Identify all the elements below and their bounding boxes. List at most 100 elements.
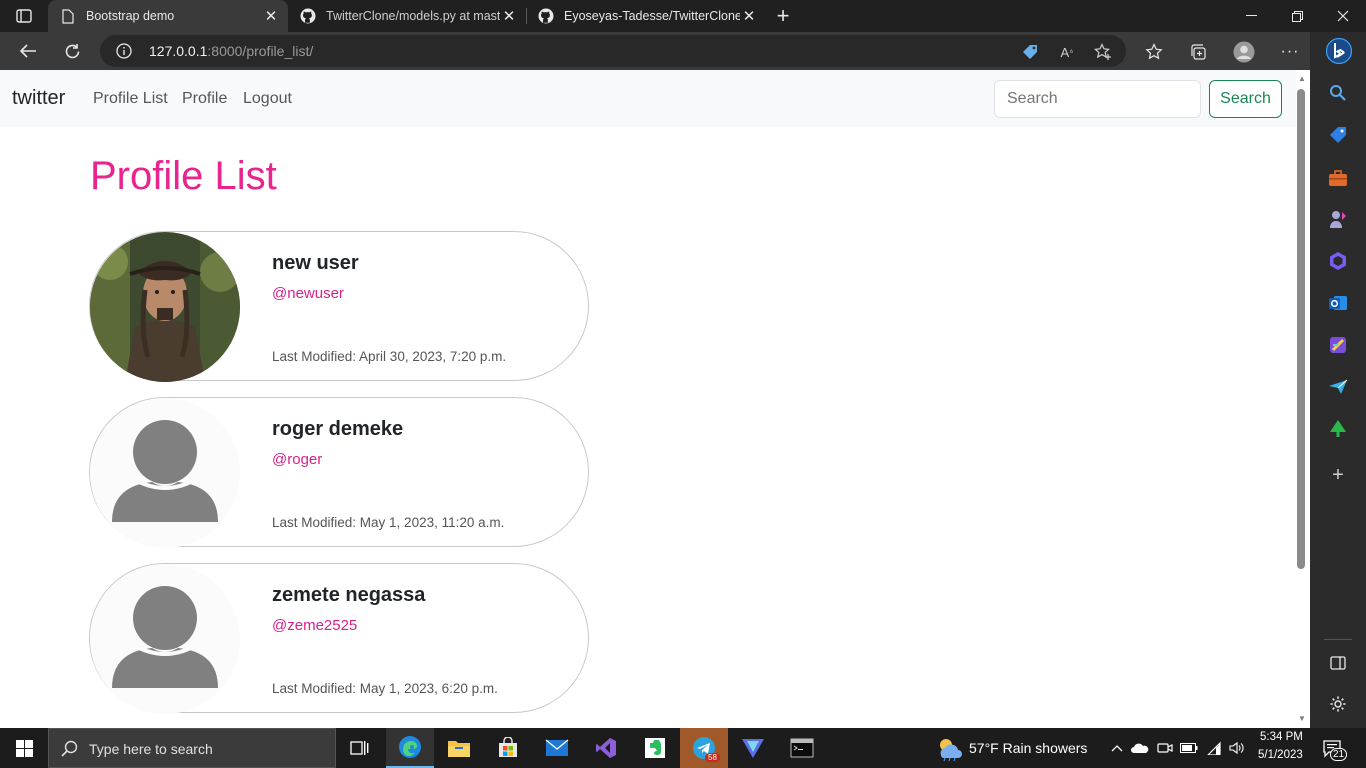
last-modified: Last Modified: April 30, 2023, 7:20 p.m.: [272, 349, 507, 364]
settings-gear-icon[interactable]: [1328, 694, 1348, 714]
sidebar-divider: [1324, 639, 1352, 640]
search-button[interactable]: Search: [1209, 80, 1282, 118]
designer-icon[interactable]: [1328, 335, 1348, 355]
windows-taskbar: Type here to search 58 57°F Rain showers: [0, 728, 1366, 768]
clock-time[interactable]: 5:34 PM: [1260, 731, 1303, 743]
document-icon: [60, 8, 76, 24]
microsoft-365-icon[interactable]: [1328, 251, 1348, 271]
profile-card[interactable]: zemete negassa @zeme2525 Last Modified: …: [89, 563, 589, 714]
search-icon: [61, 740, 78, 762]
scroll-up-arrow-icon[interactable]: ▲: [1297, 74, 1307, 83]
tab-bootstrap-demo[interactable]: Bootstrap demo ✕: [48, 0, 288, 32]
tab-title: TwitterClone/models.py at maste: [326, 9, 500, 23]
notification-center-icon[interactable]: 21: [1322, 738, 1348, 765]
file-explorer-icon[interactable]: [435, 728, 483, 768]
telegram-icon[interactable]: 58: [680, 728, 728, 768]
minimize-icon[interactable]: [1228, 0, 1274, 32]
browser-toolbar: 127.0.0.1:8000/profile_list/ Aᐞ ···: [0, 32, 1310, 70]
browser-tab-bar: Bootstrap demo ✕ TwitterClone/models.py …: [0, 0, 1366, 32]
address-bar[interactable]: 127.0.0.1:8000/profile_list/ Aᐞ: [100, 35, 1126, 67]
battery-icon[interactable]: [1180, 739, 1198, 757]
nav-link-logout[interactable]: Logout: [243, 90, 292, 108]
new-tab-button[interactable]: +: [770, 3, 796, 28]
weather-text[interactable]: 57°F Rain showers: [969, 740, 1087, 756]
add-sidebar-app-icon[interactable]: +: [1328, 464, 1348, 486]
taskbar-search-box[interactable]: Type here to search: [48, 728, 336, 768]
visual-studio-icon[interactable]: [582, 728, 630, 768]
profile-name: new user: [272, 252, 359, 274]
taskbar-search-placeholder: Type here to search: [89, 741, 213, 757]
profile-name: roger demeke: [272, 418, 404, 440]
clock-date[interactable]: 5/1/2023: [1258, 749, 1303, 761]
search-input[interactable]: [994, 80, 1201, 118]
edge-browser-icon[interactable]: [386, 728, 434, 768]
edge-sidebar: +: [1310, 32, 1366, 728]
profile-handle[interactable]: @roger: [272, 451, 322, 468]
evernote-icon[interactable]: [631, 728, 679, 768]
onedrive-cloud-icon[interactable]: [1131, 739, 1149, 757]
page-title: Profile List: [90, 154, 277, 198]
default-avatar-icon: [90, 564, 240, 714]
hide-sidebar-icon[interactable]: [1328, 653, 1348, 673]
tab-actions-icon[interactable]: [10, 6, 38, 26]
profile-card[interactable]: new user @newuser Last Modified: April 3…: [89, 231, 589, 382]
windows-start-icon[interactable]: [0, 728, 48, 768]
close-window-icon[interactable]: [1320, 0, 1366, 32]
site-navbar: twitter Profile List Profile Logout Sear…: [0, 70, 1296, 127]
more-menu-icon[interactable]: ···: [1279, 41, 1301, 63]
favorites-icon[interactable]: [1143, 41, 1165, 63]
collections-icon[interactable]: [1187, 41, 1209, 63]
avatar-photo: [90, 232, 240, 382]
profile-card[interactable]: roger demeke @roger Last Modified: May 1…: [89, 397, 589, 548]
microsoft-store-icon[interactable]: [484, 728, 532, 768]
search-icon[interactable]: [1328, 83, 1348, 103]
url-text[interactable]: 127.0.0.1:8000/profile_list/: [149, 43, 313, 59]
send-icon[interactable]: [1328, 377, 1348, 397]
notification-count: 21: [1330, 748, 1348, 761]
outlook-icon[interactable]: [1328, 293, 1348, 313]
close-tab-icon[interactable]: ✕: [740, 7, 758, 25]
profile-handle[interactable]: @newuser: [272, 285, 344, 302]
tab-title: Eyoseyas-Tadesse/TwitterClone: S: [564, 9, 740, 23]
shopping-tag-icon[interactable]: [1328, 125, 1348, 145]
profile-handle[interactable]: @zeme2525: [272, 617, 357, 634]
read-aloud-icon[interactable]: Aᐞ: [1057, 42, 1077, 62]
tab-github-repo[interactable]: Eyoseyas-Tadesse/TwitterClone: S ✕: [526, 0, 766, 32]
telegram-badge: 58: [705, 753, 720, 762]
task-view-icon[interactable]: [336, 728, 384, 768]
last-modified: Last Modified: May 1, 2023, 11:20 a.m.: [272, 515, 505, 530]
nav-link-profile-list[interactable]: Profile List: [93, 90, 168, 108]
coupon-tag-icon[interactable]: [1020, 42, 1040, 62]
profile-avatar-icon[interactable]: [1233, 41, 1255, 63]
close-tab-icon[interactable]: ✕: [500, 7, 518, 25]
web-page: twitter Profile List Profile Logout Sear…: [0, 70, 1310, 728]
weather-cloud-icon[interactable]: [935, 737, 963, 766]
volume-icon[interactable]: [1228, 739, 1246, 757]
refresh-icon[interactable]: [57, 37, 87, 65]
tree-icon[interactable]: [1328, 419, 1348, 439]
github-icon: [538, 8, 554, 24]
vpn-v-icon[interactable]: [729, 728, 777, 768]
scrollbar-thumb[interactable]: [1297, 89, 1305, 569]
show-hidden-icons-chevron-icon[interactable]: [1108, 739, 1126, 757]
games-icon[interactable]: [1328, 209, 1348, 229]
terminal-icon[interactable]: [778, 728, 826, 768]
bing-icon[interactable]: [1325, 36, 1353, 66]
tab-title: Bootstrap demo: [86, 9, 175, 23]
mail-icon[interactable]: [533, 728, 581, 768]
back-arrow-icon[interactable]: [13, 37, 43, 65]
close-tab-icon[interactable]: ✕: [262, 7, 280, 25]
wifi-icon[interactable]: [1205, 739, 1223, 757]
scroll-down-arrow-icon[interactable]: ▼: [1297, 714, 1307, 723]
default-avatar-icon: [90, 398, 240, 548]
profile-name: zemete negassa: [272, 584, 426, 606]
tab-github-models[interactable]: TwitterClone/models.py at maste ✕: [288, 0, 526, 32]
info-icon[interactable]: [116, 43, 132, 59]
url-path: :8000/profile_list/: [207, 43, 314, 59]
brand-link[interactable]: twitter: [12, 87, 65, 110]
add-favorite-icon[interactable]: [1093, 42, 1113, 62]
tools-icon[interactable]: [1328, 168, 1348, 188]
nav-link-profile[interactable]: Profile: [182, 90, 227, 108]
meet-now-icon[interactable]: [1156, 739, 1174, 757]
restore-icon[interactable]: [1274, 0, 1320, 32]
